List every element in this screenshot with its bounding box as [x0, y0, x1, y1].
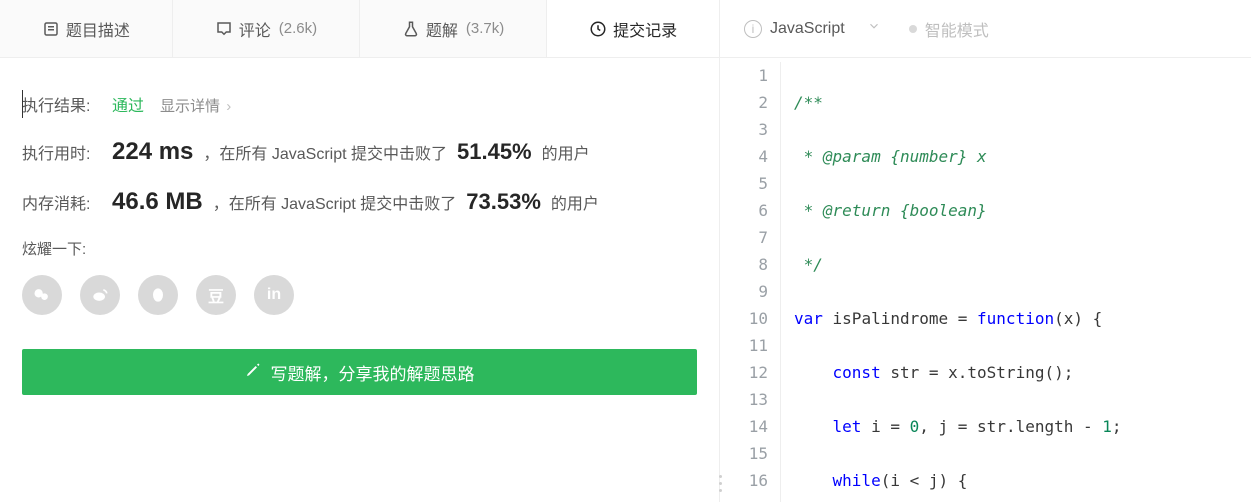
- result-label: 执行结果:: [22, 92, 102, 116]
- tab-bar: 题目描述 评论 (2.6k) 题解 (3.7k) 提交记录: [0, 0, 719, 58]
- tab-label: 题目描述: [66, 17, 130, 41]
- linkedin-icon[interactable]: in: [254, 275, 294, 315]
- chevron-down-icon: [867, 19, 881, 38]
- code-editor[interactable]: 12345678910111213141516 /** * @param {nu…: [720, 58, 1251, 502]
- weibo-icon[interactable]: [80, 275, 120, 315]
- pencil-icon: [245, 362, 261, 383]
- line-gutter: 12345678910111213141516: [720, 58, 780, 502]
- clock-icon: [589, 20, 607, 38]
- tab-label: 题解: [426, 17, 458, 41]
- share-label: 炫耀一下:: [22, 238, 86, 259]
- comment-icon: [215, 20, 233, 38]
- tab-description[interactable]: 题目描述: [0, 0, 173, 57]
- pane-resize-handle[interactable]: [718, 58, 722, 502]
- right-panel: i JavaScript 智能模式 1234567891011121314151…: [720, 0, 1251, 502]
- write-solution-button[interactable]: 写题解，分享我的解题思路: [22, 349, 697, 395]
- wechat-icon[interactable]: [22, 275, 62, 315]
- tab-count: (2.6k): [279, 20, 317, 37]
- mode-label: 智能模式: [925, 17, 989, 41]
- metric-tail: 的用户: [551, 190, 599, 214]
- flask-icon: [402, 20, 420, 38]
- status-badge: 通过: [112, 92, 144, 116]
- metric-value: 46.6 MB: [112, 188, 203, 216]
- language-label: JavaScript: [770, 20, 845, 38]
- metric-text: ，在所有 JavaScript 提交中击败了: [203, 140, 447, 164]
- tab-count: (3.7k): [466, 20, 504, 37]
- douban-icon[interactable]: 豆: [196, 275, 236, 315]
- document-icon: [42, 20, 60, 38]
- tab-label: 提交记录: [613, 17, 677, 41]
- info-icon: i: [744, 20, 762, 38]
- tab-submissions[interactable]: 提交记录: [547, 0, 719, 57]
- show-detail-button[interactable]: 显示详情 ›: [160, 95, 231, 116]
- metric-label: 内存消耗:: [22, 190, 102, 214]
- metric-label: 执行用时:: [22, 140, 102, 164]
- dot-icon: [909, 25, 917, 33]
- tab-label: 评论: [239, 17, 271, 41]
- language-select[interactable]: i JavaScript: [744, 19, 881, 38]
- editor-toolbar: i JavaScript 智能模式: [720, 0, 1251, 58]
- code-content: /** * @param {number} x * @return {boole…: [794, 58, 1251, 502]
- metric-percent: 73.53%: [466, 189, 541, 215]
- metric-text: ，在所有 JavaScript 提交中击败了: [213, 190, 457, 214]
- share-icons: 豆 in: [22, 275, 697, 315]
- left-panel: 题目描述 评论 (2.6k) 题解 (3.7k) 提交记录: [0, 0, 720, 502]
- qq-icon[interactable]: [138, 275, 178, 315]
- metric-value: 224 ms: [112, 138, 193, 166]
- tab-comments[interactable]: 评论 (2.6k): [173, 0, 360, 57]
- smart-mode-toggle[interactable]: 智能模式: [909, 17, 989, 41]
- tab-solutions[interactable]: 题解 (3.7k): [360, 0, 547, 57]
- cta-label: 写题解，分享我的解题思路: [271, 360, 475, 385]
- metric-percent: 51.45%: [457, 139, 532, 165]
- chevron-right-icon: ›: [222, 98, 231, 115]
- result-pane: 执行结果: 通过 显示详情 › 执行用时: 224 ms ，在所有 JavaSc…: [0, 58, 719, 502]
- metric-tail: 的用户: [542, 140, 590, 164]
